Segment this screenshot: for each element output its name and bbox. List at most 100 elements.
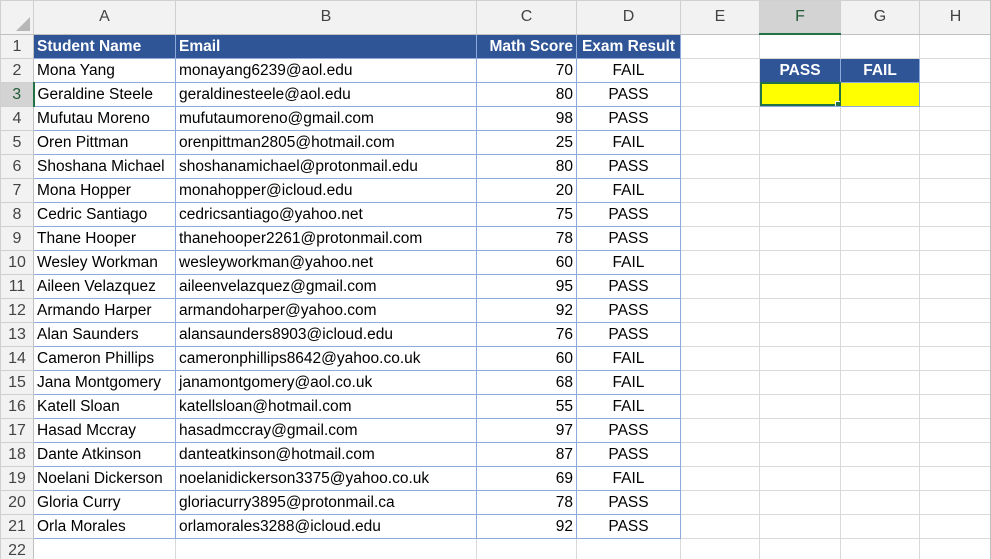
empty-cell[interactable] — [680, 81, 760, 107]
table-cell[interactable]: 60 — [476, 249, 577, 275]
table-cell[interactable]: Noelani Dickerson — [33, 465, 176, 491]
worksheet-table[interactable]: A B C D E F G H 1 Student Name Email Math S… — [0, 0, 990, 559]
table-cell[interactable]: FAIL — [576, 249, 681, 275]
row-header-22[interactable]: 22 — [0, 537, 34, 559]
table-cell[interactable]: mufutaumoreno@gmail.com — [175, 105, 477, 131]
empty-cell[interactable] — [680, 201, 760, 227]
empty-cell[interactable] — [919, 369, 990, 395]
row-header-12[interactable]: 12 — [0, 297, 34, 323]
table-cell[interactable]: 68 — [476, 369, 577, 395]
table-cell[interactable]: aileenvelazquez@gmail.com — [175, 273, 477, 299]
table-cell[interactable]: Orla Morales — [33, 513, 176, 539]
empty-cell[interactable] — [759, 513, 841, 539]
empty-cell[interactable] — [840, 33, 920, 59]
table-cell[interactable]: 87 — [476, 441, 577, 467]
row-header-15[interactable]: 15 — [0, 369, 34, 395]
empty-cell[interactable] — [680, 489, 760, 515]
table-cell[interactable]: PASS — [576, 513, 681, 539]
column-header-d[interactable]: D — [576, 0, 681, 35]
empty-cell[interactable] — [680, 537, 760, 559]
empty-cell[interactable] — [680, 273, 760, 299]
table-cell[interactable]: 60 — [476, 345, 577, 371]
empty-cell[interactable] — [175, 537, 477, 559]
empty-cell[interactable] — [840, 225, 920, 251]
table-cell[interactable]: 97 — [476, 417, 577, 443]
table-header-cell[interactable]: Email — [175, 33, 477, 59]
row-header-14[interactable]: 14 — [0, 345, 34, 371]
empty-cell[interactable] — [680, 465, 760, 491]
table-cell[interactable]: cameronphillips8642@yahoo.co.uk — [175, 345, 477, 371]
table-cell[interactable]: monayang6239@aol.edu — [175, 57, 477, 83]
table-header-cell[interactable]: Math Score — [476, 33, 577, 59]
table-cell[interactable]: FAIL — [576, 177, 681, 203]
empty-cell[interactable] — [759, 297, 841, 323]
empty-cell[interactable] — [759, 249, 841, 275]
table-cell[interactable]: 76 — [476, 321, 577, 347]
table-cell[interactable]: PASS — [576, 441, 681, 467]
table-cell[interactable]: Mona Hopper — [33, 177, 176, 203]
table-cell[interactable]: FAIL — [576, 57, 681, 83]
table-cell[interactable]: Mona Yang — [33, 57, 176, 83]
empty-cell[interactable] — [840, 273, 920, 299]
table-cell[interactable]: Oren Pittman — [33, 129, 176, 155]
table-cell[interactable]: 70 — [476, 57, 577, 83]
table-cell[interactable]: FAIL — [576, 369, 681, 395]
worksheet-body[interactable]: 1 Student Name Email Math Score Exam Result 2… — [0, 33, 990, 559]
empty-cell[interactable] — [919, 249, 990, 275]
row-header-2[interactable]: 2 — [0, 57, 34, 83]
empty-cell[interactable] — [919, 345, 990, 371]
empty-cell[interactable] — [919, 273, 990, 299]
table-cell[interactable]: orlamorales3288@icloud.edu — [175, 513, 477, 539]
table-cell[interactable]: Shoshana Michael — [33, 153, 176, 179]
empty-cell[interactable] — [759, 417, 841, 443]
table-cell[interactable]: shoshanamichael@protonmail.edu — [175, 153, 477, 179]
table-cell[interactable]: Katell Sloan — [33, 393, 176, 419]
row-header-20[interactable]: 20 — [0, 489, 34, 515]
empty-cell[interactable] — [759, 105, 841, 131]
empty-cell[interactable] — [919, 417, 990, 443]
row-header-16[interactable]: 16 — [0, 393, 34, 419]
empty-cell[interactable] — [680, 417, 760, 443]
row-header-8[interactable]: 8 — [0, 201, 34, 227]
table-cell[interactable]: 80 — [476, 81, 577, 107]
empty-cell[interactable] — [33, 537, 176, 559]
row-header-3[interactable]: 3 — [0, 81, 35, 107]
table-cell[interactable]: FAIL — [576, 345, 681, 371]
table-cell[interactable]: geraldinesteele@aol.edu — [175, 81, 477, 107]
table-cell[interactable]: orenpittman2805@hotmail.com — [175, 129, 477, 155]
table-cell[interactable]: PASS — [576, 489, 681, 515]
empty-cell[interactable] — [919, 81, 990, 107]
table-cell[interactable]: Cameron Phillips — [33, 345, 176, 371]
empty-cell[interactable] — [680, 249, 760, 275]
table-cell[interactable]: Mufutau Moreno — [33, 105, 176, 131]
empty-cell[interactable] — [680, 513, 760, 539]
row-header-9[interactable]: 9 — [0, 225, 34, 251]
fill-handle[interactable] — [835, 100, 840, 105]
table-cell[interactable]: Thane Hooper — [33, 225, 176, 251]
empty-cell[interactable] — [680, 225, 760, 251]
row-header-6[interactable]: 6 — [0, 153, 34, 179]
table-cell[interactable]: Geraldine Steele — [33, 81, 176, 107]
empty-cell[interactable] — [759, 225, 841, 251]
pass-count-cell[interactable] — [759, 81, 841, 107]
empty-cell[interactable] — [680, 369, 760, 395]
table-header-cell[interactable]: Student Name — [33, 33, 176, 59]
column-header-c[interactable]: C — [476, 0, 577, 35]
table-cell[interactable]: gloriacurry3895@protonmail.ca — [175, 489, 477, 515]
empty-cell[interactable] — [840, 489, 920, 515]
column-header-h[interactable]: H — [919, 0, 990, 35]
empty-cell[interactable] — [759, 321, 841, 347]
empty-cell[interactable] — [680, 177, 760, 203]
empty-cell[interactable] — [680, 129, 760, 155]
empty-cell[interactable] — [840, 345, 920, 371]
empty-cell[interactable] — [919, 225, 990, 251]
table-cell[interactable]: Cedric Santiago — [33, 201, 176, 227]
row-header-7[interactable]: 7 — [0, 177, 34, 203]
table-cell[interactable]: 55 — [476, 393, 577, 419]
row-header-10[interactable]: 10 — [0, 249, 34, 275]
row-header-5[interactable]: 5 — [0, 129, 34, 155]
empty-cell[interactable] — [840, 129, 920, 155]
row-header-21[interactable]: 21 — [0, 513, 34, 539]
table-cell[interactable]: PASS — [576, 417, 681, 443]
table-cell[interactable]: PASS — [576, 201, 681, 227]
